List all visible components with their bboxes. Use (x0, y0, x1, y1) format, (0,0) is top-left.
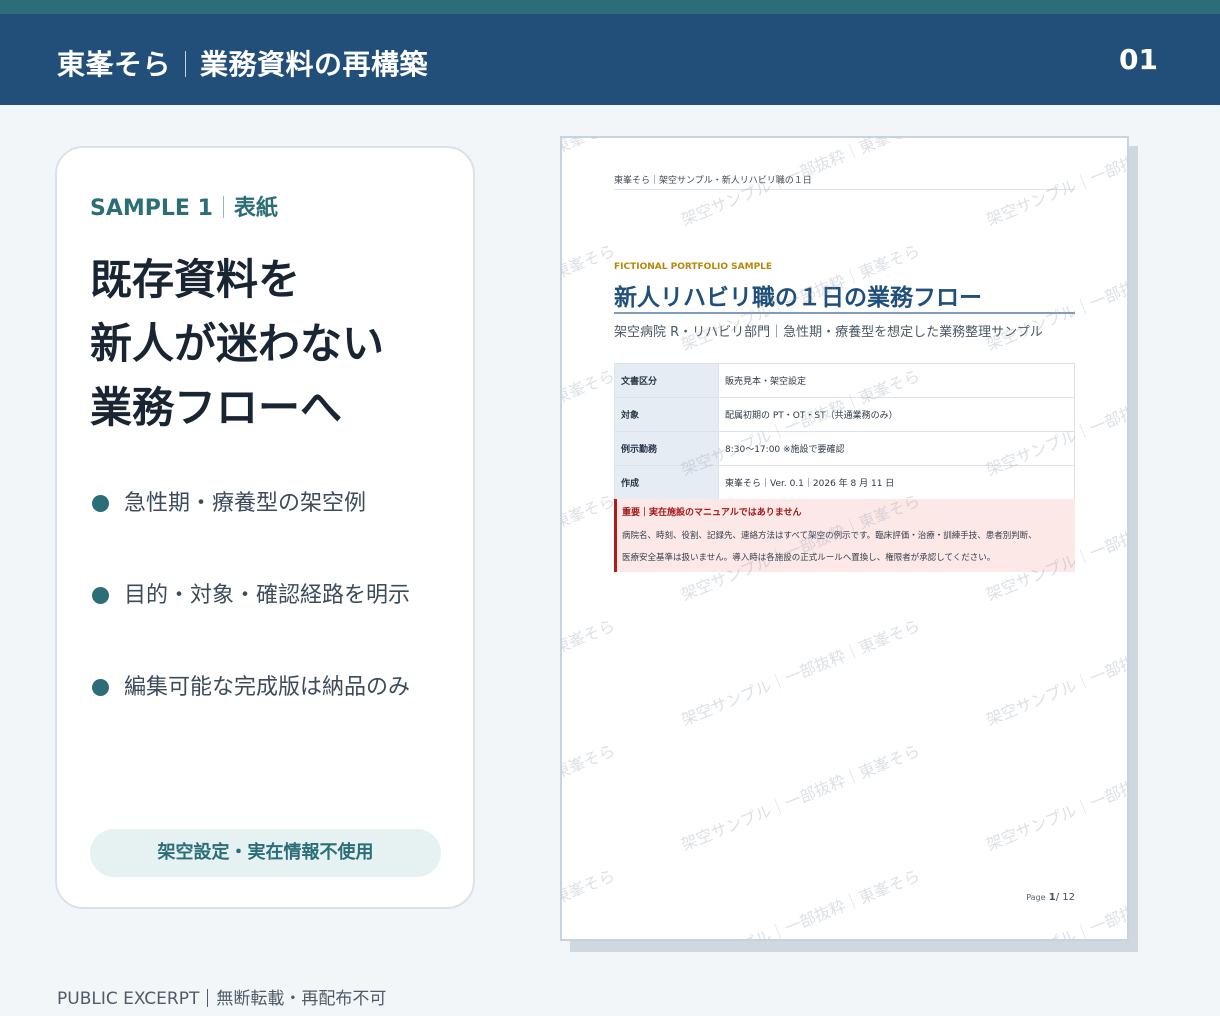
feature-text: 目的・対象・確認経路を明示 (124, 583, 411, 608)
table-key: 例示勤務 (614, 431, 719, 466)
table-value: 配属初期の PT・OT・ST（共通業務のみ） (718, 397, 1075, 432)
watermark-text: 架空サンプル｜一部抜粋｜東峯そら (678, 740, 923, 855)
feature-item: 編集可能な完成版は納品のみ (90, 668, 410, 760)
feature-item: 急性期・療養型の架空例 (90, 484, 410, 576)
page-indicator: Page 1/ 12 (1026, 892, 1075, 903)
footer-divider (207, 989, 209, 1007)
header-bar: 東峯そら 業務資料の再構築 01 (0, 14, 1220, 105)
feature-text: 編集可能な完成版は納品のみ (124, 675, 411, 700)
sample-type: 表紙 (233, 196, 278, 221)
footer-excerpt-label: PUBLIC EXCERPT (57, 989, 200, 1009)
page-current: 1 (1048, 892, 1056, 903)
document-subtitle: 架空病院 R・リハビリ部門｜急性期・療養型を想定した業務整理サンプル (614, 325, 1043, 340)
table-value: 8:30〜17:00 ※施設で要確認 (718, 431, 1075, 466)
author-name: 東峯そら (57, 48, 172, 81)
alert-title: 重要｜実在施設のマニュアルではありません (622, 508, 802, 518)
document-kicker: FICTIONAL PORTFOLIO SAMPLE (614, 262, 773, 272)
watermark-text: 架空サンプル｜一部抜粋｜東峯そら (560, 615, 618, 730)
sample-number: SAMPLE 1 (90, 196, 213, 221)
header-title: 東峯そら 業務資料の再構築 (57, 43, 428, 83)
table-row: 対象 配属初期の PT・OT・ST（共通業務のみ） (614, 397, 1075, 432)
disclaimer-alert: 重要｜実在施設のマニュアルではありません 病院名、時刻、役割、記録先、連絡方法は… (614, 499, 1075, 572)
alert-body: 病院名、時刻、役割、記録先、連絡方法はすべて架空の例示です。臨床評価・治療・訓練… (622, 525, 1077, 569)
watermark-text: 架空サンプル｜一部抜粋｜東峯そら (678, 615, 923, 730)
document-title: 新人リハビリ職の１日の業務フロー (614, 285, 982, 311)
page-label: Page (1026, 893, 1046, 902)
bullet-dot-icon (92, 587, 109, 604)
deck-title: 業務資料の再構築 (200, 48, 429, 81)
bullet-dot-icon (92, 679, 109, 696)
sample-divider (222, 196, 224, 218)
watermark-text: 架空サンプル｜一部抜粋｜東峯そら (983, 136, 1129, 230)
watermark-text: 架空サンプル｜一部抜粋｜東峯そら (983, 740, 1129, 855)
table-key: 文書区分 (614, 363, 719, 398)
table-key: 対象 (614, 397, 719, 432)
document-info-table: 文書区分 販売見本・架空設定 対象 配属初期の PT・OT・ST（共通業務のみ） 例… (614, 363, 1075, 500)
top-accent-strip (0, 0, 1220, 14)
feature-list: 急性期・療養型の架空例 目的・対象・確認経路を明示 編集可能な完成版は納品のみ (90, 484, 410, 760)
headline-line: 新人が迷わない (90, 319, 385, 368)
watermark-text: 架空サンプル｜一部抜粋｜東峯そら (983, 615, 1129, 730)
watermark-text: 架空サンプル｜一部抜粋｜東峯そら (678, 865, 923, 941)
headline-line: 既存資料を (90, 255, 301, 304)
table-row: 作成 東峯そら｜Ver. 0.1｜2026 年 8 月 11 日 (614, 465, 1075, 500)
watermark-text: 架空サンプル｜一部抜粋｜東峯そら (560, 136, 618, 230)
watermark-text: 架空サンプル｜一部抜粋｜東峯そら (560, 240, 618, 355)
sample-info-card: SAMPLE 1 表紙 既存資料を 新人が迷わない 業務フローへ 急性期・療養型の… (55, 146, 475, 909)
table-row: 文書区分 販売見本・架空設定 (614, 363, 1075, 398)
document-preview: 東峯そら｜架空サンプル・新人リハビリ職の１日 FICTIONAL PORTFOL… (560, 136, 1129, 941)
alert-line: 病院名、時刻、役割、記録先、連絡方法はすべて架空の例示です。臨床評価・治療・訓練… (622, 531, 1037, 541)
watermark-text: 架空サンプル｜一部抜粋｜東峯そら (560, 740, 618, 855)
footer-copyright: 無断転載・再配布不可 (216, 989, 387, 1009)
alert-line: 医療安全基準は扱いません。導入時は各施設の正式ルールへ置換し、権限者が承認してく… (622, 553, 996, 563)
header-rule (614, 189, 1075, 190)
title-rule (614, 312, 1075, 314)
table-key: 作成 (614, 465, 719, 500)
page-total: / 12 (1055, 892, 1075, 903)
document-running-header: 東峯そら｜架空サンプル・新人リハビリ職の１日 (614, 176, 812, 186)
watermark-text: 架空サンプル｜一部抜粋｜東峯そら (560, 365, 618, 480)
watermark-text: 架空サンプル｜一部抜粋｜東峯そら (560, 490, 618, 605)
slide-number: 01 (1119, 43, 1158, 76)
table-value: 販売見本・架空設定 (718, 363, 1075, 398)
watermark-text: 架空サンプル｜一部抜粋｜東峯そら (560, 865, 618, 941)
page-footer: PUBLIC EXCERPT 無断転載・再配布不可 (57, 984, 386, 1009)
header-divider (185, 51, 187, 77)
sample-label: SAMPLE 1 表紙 (90, 190, 278, 222)
feature-text: 急性期・療養型の架空例 (124, 491, 367, 516)
headline-line: 業務フローへ (90, 383, 343, 432)
bullet-dot-icon (92, 495, 109, 512)
fictional-notice-badge: 架空設定・実在情報不使用 (90, 829, 441, 877)
table-row: 例示勤務 8:30〜17:00 ※施設で要確認 (614, 431, 1075, 466)
table-value: 東峯そら｜Ver. 0.1｜2026 年 8 月 11 日 (718, 465, 1075, 500)
card-headline: 既存資料を 新人が迷わない 業務フローへ (90, 248, 460, 440)
feature-item: 目的・対象・確認経路を明示 (90, 576, 410, 668)
